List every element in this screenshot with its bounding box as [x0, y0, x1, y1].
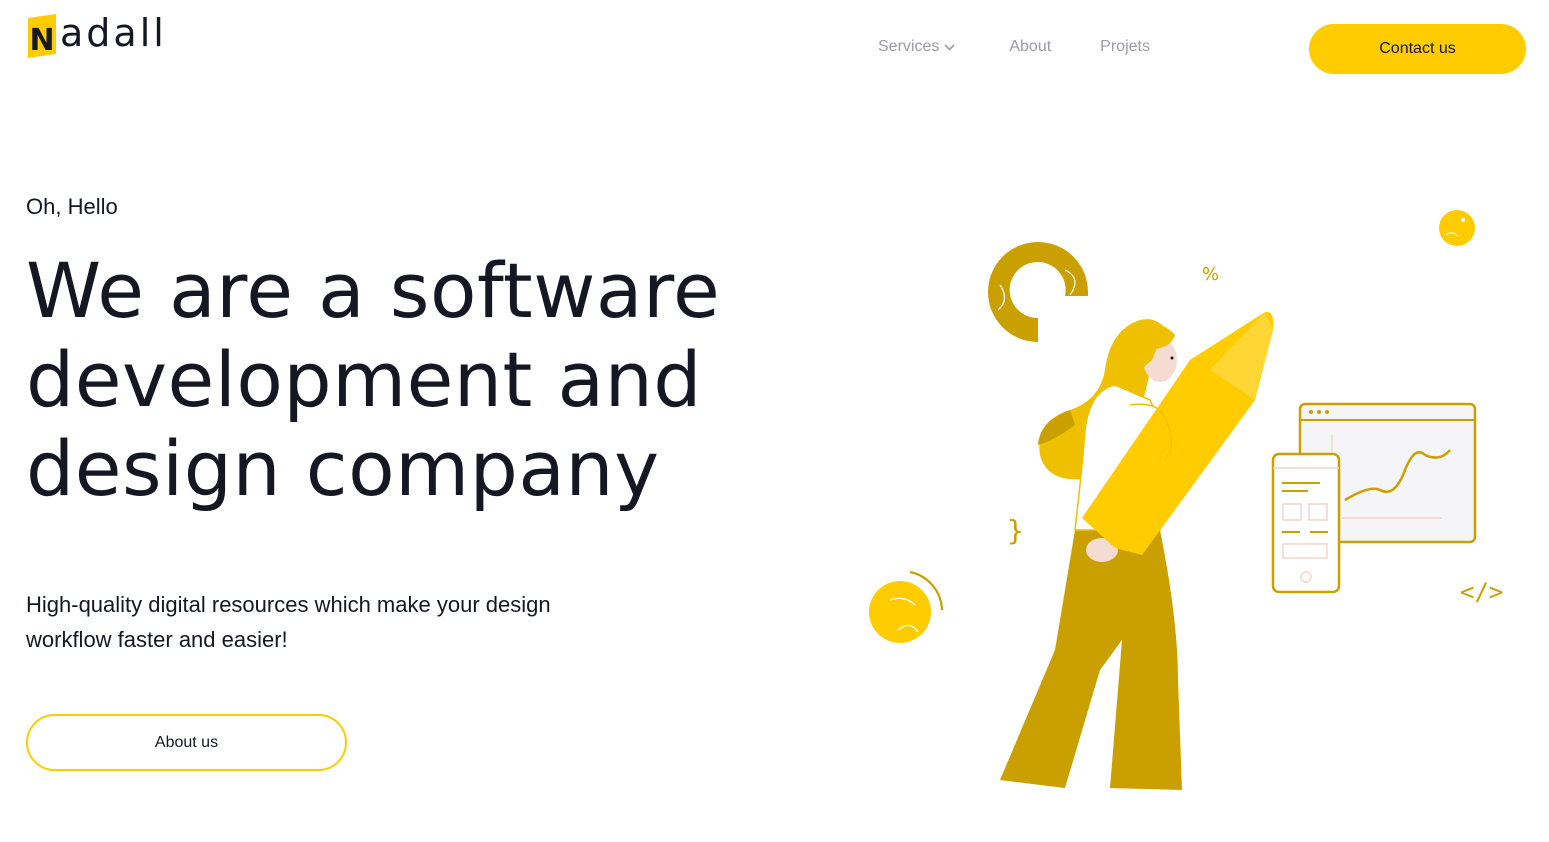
brand-name: adall — [60, 11, 167, 55]
nav-about-label: About — [1009, 38, 1052, 55]
nav-projects-label: Projets — [1100, 38, 1150, 55]
hero-illustration: % } </> — [869, 210, 1503, 790]
brace-symbol: } — [1007, 514, 1024, 547]
about-us-button[interactable]: About us — [26, 714, 347, 771]
nav-about[interactable]: About — [1009, 38, 1051, 56]
logo-mark-icon: N — [26, 14, 58, 58]
nav-services-label: Services — [878, 38, 940, 55]
chevron-down-icon — [944, 44, 955, 51]
percent-symbol: % — [1202, 264, 1219, 285]
phone-graphic — [1271, 452, 1341, 594]
brand-logo[interactable]: N adall — [26, 8, 167, 58]
hero-subtitle: High-quality digital resources which mak… — [26, 592, 551, 652]
woman-figure — [1000, 311, 1274, 790]
main-nav: Services About Projets — [878, 38, 1150, 56]
hero-greeting: Oh, Hello — [26, 194, 118, 219]
donut-shape — [988, 242, 1088, 342]
ball-small — [1439, 210, 1475, 246]
hero-headline: We are a software development and design… — [26, 246, 721, 513]
nav-services[interactable]: Services — [878, 38, 955, 56]
nav-projects[interactable]: Projets — [1100, 38, 1150, 56]
logo-initial: N — [29, 23, 54, 58]
contact-button[interactable]: Contact us — [1309, 24, 1526, 74]
code-symbol: </> — [1460, 578, 1503, 606]
ball-large — [869, 570, 944, 643]
